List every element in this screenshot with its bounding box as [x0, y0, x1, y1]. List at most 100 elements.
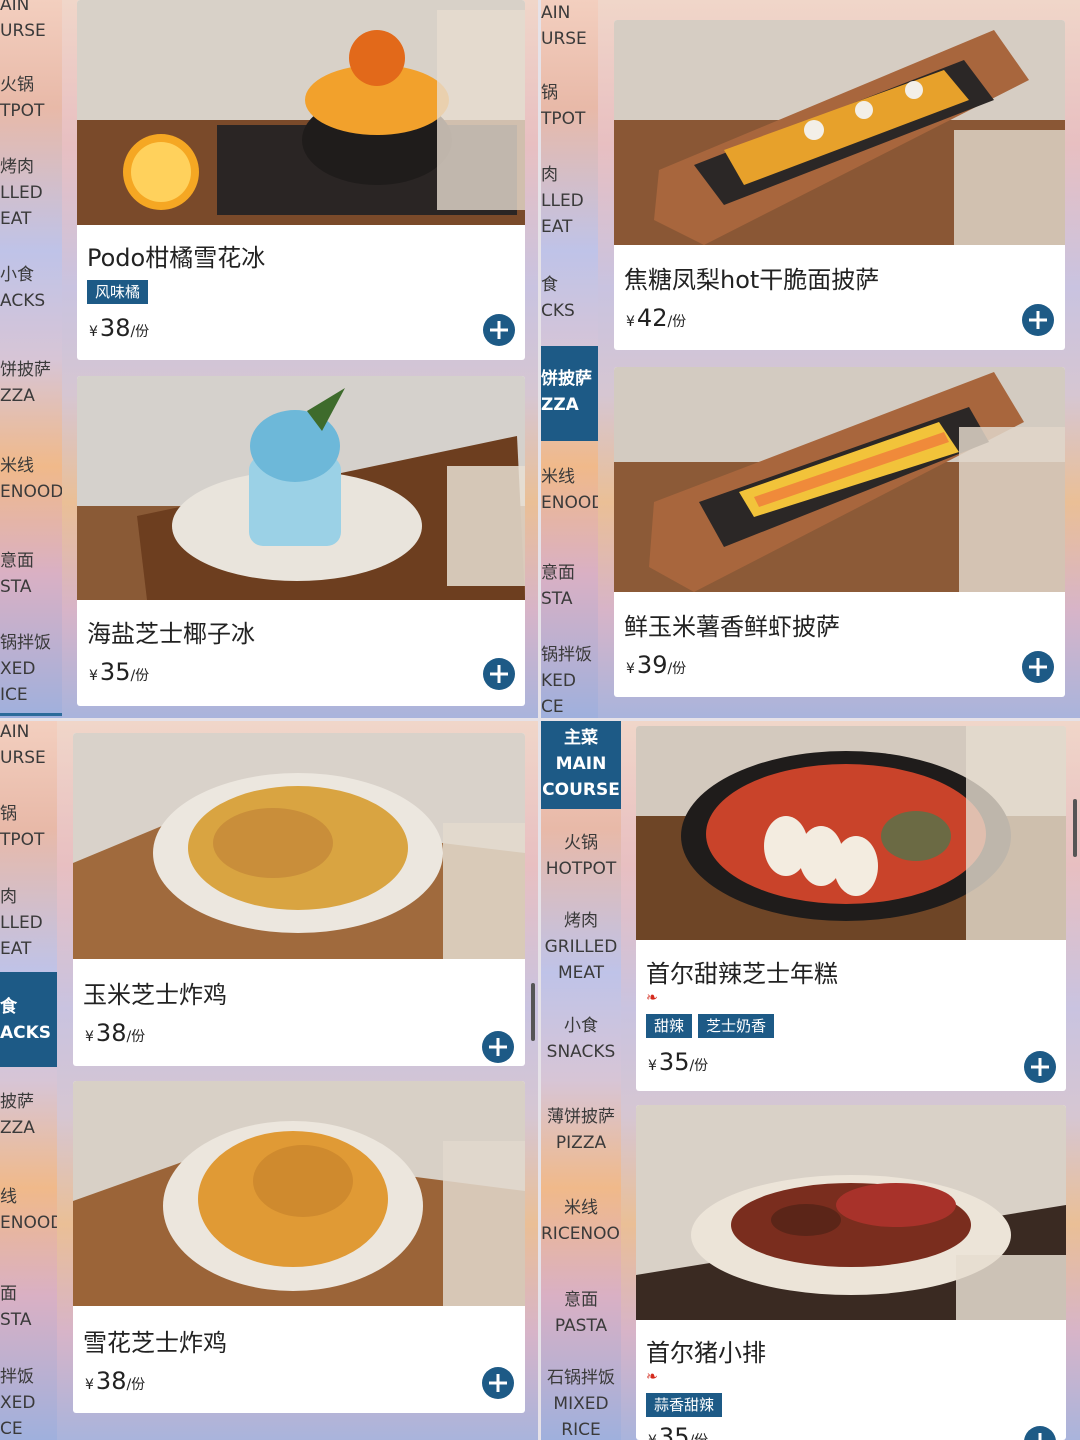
- sidebar-item-snacks[interactable]: 小食 SNACKS: [541, 1013, 621, 1065]
- category-sidebar: 主菜 MAIN COURSE 火锅 HOTPOT 烤肉 GRILLED MEAT 小食 SN…: [541, 721, 621, 1440]
- price-value: 38: [95, 1367, 127, 1395]
- sidebar-item-pizza[interactable]: 披萨 ZZA: [0, 1089, 57, 1141]
- sidebar-item-main-course[interactable]: AIN URSE: [0, 721, 57, 771]
- price-unit: /份: [667, 314, 687, 330]
- sidebar-item-main-course[interactable]: AIN URSE: [0, 0, 62, 44]
- chili-pepper-icon: ❧: [646, 990, 658, 1006]
- sidebar-item-main-course[interactable]: 主菜 MAIN COURSE: [541, 721, 621, 809]
- dish-photo: [636, 1105, 1066, 1320]
- sidebar-item-mixed-rice[interactable]: 石锅拌饭 MIXED RICE: [541, 1365, 621, 1440]
- dish-name: 海盐芝士椰子冰: [87, 620, 255, 648]
- add-to-cart-icon[interactable]: [483, 314, 515, 346]
- sidebar-item-grilled-meat[interactable]: 烤肉 GRILLED MEAT: [541, 908, 621, 986]
- dish-name: 首尔甜辣芝士年糕: [646, 960, 838, 988]
- add-to-cart-icon[interactable]: [1022, 651, 1054, 683]
- currency-symbol: ¥: [626, 661, 635, 677]
- sidebar-item-snacks[interactable]: 食 ACKS: [0, 972, 57, 1067]
- sidebar-item-snacks[interactable]: 食 CKS: [541, 272, 598, 324]
- currency-symbol: ¥: [626, 314, 635, 330]
- sidebar-item-ricenoodle[interactable]: 米线 ENOOD: [541, 464, 598, 516]
- dish-name: 玉米芝士炸鸡: [83, 981, 227, 1009]
- price-value: 38: [95, 1019, 127, 1047]
- sidebar-item-pizza[interactable]: 饼披萨 ZZA: [541, 346, 598, 441]
- add-to-cart-icon[interactable]: [1022, 304, 1054, 336]
- dish-name: Podo柑橘雪花冰: [87, 244, 266, 272]
- price-value: 35: [658, 1048, 690, 1076]
- dish-card[interactable]: 首尔甜辣芝士年糕 ❧ 甜辣 芝士奶香 ¥35/份: [636, 726, 1066, 1091]
- sidebar-item-pasta[interactable]: 意面 STA: [541, 560, 598, 612]
- dish-photo: [73, 1081, 525, 1306]
- price-unit: /份: [130, 324, 150, 340]
- sidebar-item-grilled-meat[interactable]: 肉 LLED EAT: [541, 162, 598, 240]
- sidebar-item-pasta[interactable]: 意面 STA: [0, 548, 62, 600]
- dish-price: ¥38/份: [85, 1019, 145, 1047]
- flavor-tag: 风味橘: [87, 280, 149, 304]
- sidebar-item-main-course[interactable]: AIN URSE: [541, 0, 598, 52]
- menu-screen-pizza: AIN URSE 锅 TPOT 肉 LLED EAT 食 CKS 饼披萨 ZZA 米线 ENO…: [541, 0, 1080, 718]
- sidebar-item-hotpot[interactable]: 火锅 HOTPOT: [541, 830, 621, 882]
- dish-photo: [636, 726, 1066, 940]
- dish-photo: [77, 0, 525, 225]
- sidebar-item-hotpot[interactable]: 锅 TPOT: [541, 80, 598, 132]
- dish-price: ¥35/份: [89, 658, 149, 686]
- price-unit: /份: [689, 1058, 709, 1074]
- dish-name: 首尔猪小排: [646, 1339, 766, 1367]
- sidebar-item-mixed-rice[interactable]: 拌饭 XED CE: [0, 1364, 57, 1440]
- add-to-cart-icon[interactable]: [1024, 1426, 1056, 1440]
- dish-photo: [614, 20, 1065, 245]
- sidebar-item-pizza[interactable]: 薄饼披萨 PIZZA: [541, 1104, 621, 1156]
- add-to-cart-icon[interactable]: [482, 1031, 514, 1063]
- sidebar-item-pizza[interactable]: 饼披萨 ZZA: [0, 357, 62, 409]
- dish-card[interactable]: 雪花芝士炸鸡 ¥38/份: [73, 1081, 525, 1413]
- dish-price: ¥35/份: [648, 1048, 708, 1076]
- sidebar-item-snacks[interactable]: 小食 ACKS: [0, 262, 62, 314]
- content-scrollbar[interactable]: [531, 983, 535, 1041]
- sidebar-item-hotpot[interactable]: 火锅 TPOT: [0, 72, 62, 124]
- dish-card[interactable]: 海盐芝士椰子冰 ¥35/份: [77, 376, 525, 706]
- add-to-cart-icon[interactable]: [482, 1367, 514, 1399]
- menu-screen-main-course: 主菜 MAIN COURSE 火锅 HOTPOT 烤肉 GRILLED MEAT 小食 SN…: [541, 721, 1080, 1440]
- sidebar-scroll-indicator: [0, 713, 62, 716]
- add-to-cart-icon[interactable]: [483, 658, 515, 690]
- menu-screen-snacks: AIN URSE 锅 TPOT 肉 LLED EAT 食 ACKS 披萨 ZZA 线 ENOO…: [0, 721, 538, 1440]
- price-value: 42: [636, 304, 668, 332]
- dish-card[interactable]: 首尔猪小排 ❧ 蒜香甜辣 ¥35/份: [636, 1105, 1066, 1440]
- dish-price: ¥39/份: [626, 651, 686, 679]
- flavor-tag: 甜辣: [646, 1014, 693, 1038]
- sidebar-item-mixed-rice[interactable]: 锅拌饭 KED CE: [541, 642, 598, 718]
- sidebar-item-pasta[interactable]: 意面 PASTA: [541, 1287, 621, 1339]
- currency-symbol: ¥: [89, 668, 98, 684]
- sidebar-item-ricenoodle[interactable]: 米线 ENOOD: [0, 453, 62, 505]
- price-value: 39: [636, 651, 668, 679]
- dish-card[interactable]: 鲜玉米薯香鲜虾披萨 ¥39/份: [614, 367, 1065, 697]
- dish-card[interactable]: 焦糖凤梨hot干脆面披萨 ¥42/份: [614, 20, 1065, 350]
- chili-pepper-icon: ❧: [646, 1369, 658, 1385]
- sidebar-item-mixed-rice[interactable]: 锅拌饭 XED ICE: [0, 630, 62, 708]
- content-scrollbar[interactable]: [1073, 799, 1077, 857]
- sidebar-item-grilled-meat[interactable]: 肉 LLED EAT: [0, 884, 57, 962]
- dish-name: 鲜玉米薯香鲜虾披萨: [624, 613, 840, 641]
- dish-card[interactable]: 玉米芝士炸鸡 ¥38/份: [73, 733, 525, 1066]
- dish-tags: 蒜香甜辣: [646, 1393, 723, 1417]
- price-value: 35: [99, 658, 131, 686]
- dish-price: ¥38/份: [85, 1367, 145, 1395]
- dish-name: 雪花芝士炸鸡: [83, 1329, 227, 1357]
- currency-symbol: ¥: [648, 1058, 657, 1074]
- sidebar-item-hotpot[interactable]: 锅 TPOT: [0, 801, 57, 853]
- currency-symbol: ¥: [85, 1377, 94, 1393]
- dish-tags: 风味橘: [87, 280, 149, 304]
- sidebar-item-pasta[interactable]: 面 STA: [0, 1281, 57, 1333]
- dish-card[interactable]: Podo柑橘雪花冰 风味橘 ¥38/份: [77, 0, 525, 360]
- dish-price: ¥38/份: [89, 314, 149, 342]
- price-unit: /份: [126, 1377, 146, 1393]
- sidebar-item-ricenoodle[interactable]: 米线RICENOOD: [541, 1195, 621, 1247]
- sidebar-item-grilled-meat[interactable]: 烤肉 LLED EAT: [0, 154, 62, 232]
- currency-symbol: ¥: [85, 1029, 94, 1045]
- dish-photo: [73, 733, 525, 959]
- price-value: 38: [99, 314, 131, 342]
- price-unit: /份: [126, 1029, 146, 1045]
- menu-screen-desserts: AIN URSE 火锅 TPOT 烤肉 LLED EAT 小食 ACKS 饼披萨 ZZA 米…: [0, 0, 538, 718]
- sidebar-item-ricenoodle[interactable]: 线 ENOOD: [0, 1184, 57, 1236]
- add-to-cart-icon[interactable]: [1024, 1051, 1056, 1083]
- category-sidebar: AIN URSE 火锅 TPOT 烤肉 LLED EAT 小食 ACKS 饼披萨 ZZA 米…: [0, 0, 62, 718]
